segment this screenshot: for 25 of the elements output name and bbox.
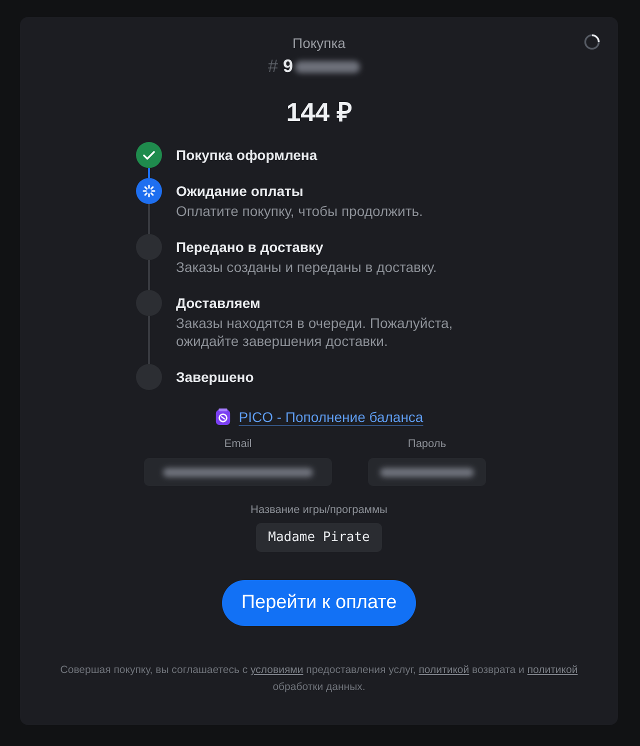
terms-text: Совершая покупку, вы соглашаетесь с условиями предоставления услуг, политикой возврата и политикой обработки данных. (60, 663, 578, 695)
input-field[interactable] (144, 458, 332, 486)
step-title: Ожидание оплаты (176, 182, 304, 200)
terms-link[interactable]: политикой (527, 664, 578, 676)
step-description: Заказы созданы и переданы в доставку. (176, 258, 438, 276)
price: 144 ₽ (286, 96, 352, 129)
step-description: Заказы находятся в очереди. Пожалуйста, ожидайте завершения доставки. (176, 314, 454, 350)
headset-app-icon (214, 408, 231, 426)
step-title: Завершено (176, 368, 254, 386)
step-title: Передано в доставку (176, 238, 324, 256)
game-name-field[interactable]: Madame Pirate (256, 523, 382, 552)
pay-button[interactable]: Перейти к оплате (222, 580, 416, 626)
order-number: 9 (283, 56, 294, 77)
hash-sign: # (268, 56, 278, 77)
purchase-title: Покупка (292, 35, 346, 51)
terms-link[interactable]: условиями (250, 664, 304, 676)
step-description: Оплатите покупку, чтобы продолжить. (176, 202, 424, 220)
step-title: Покупка оформлена (176, 146, 318, 164)
field-label: Email (224, 438, 252, 450)
product-link[interactable]: PICO - Пополнение баланса (238, 409, 424, 425)
terms-link[interactable]: политикой (418, 664, 470, 676)
field-label: Пароль (408, 438, 446, 450)
step-title: Доставляем (176, 294, 262, 312)
input-field[interactable] (368, 458, 486, 486)
field-label: Название игры/программы (250, 504, 388, 516)
